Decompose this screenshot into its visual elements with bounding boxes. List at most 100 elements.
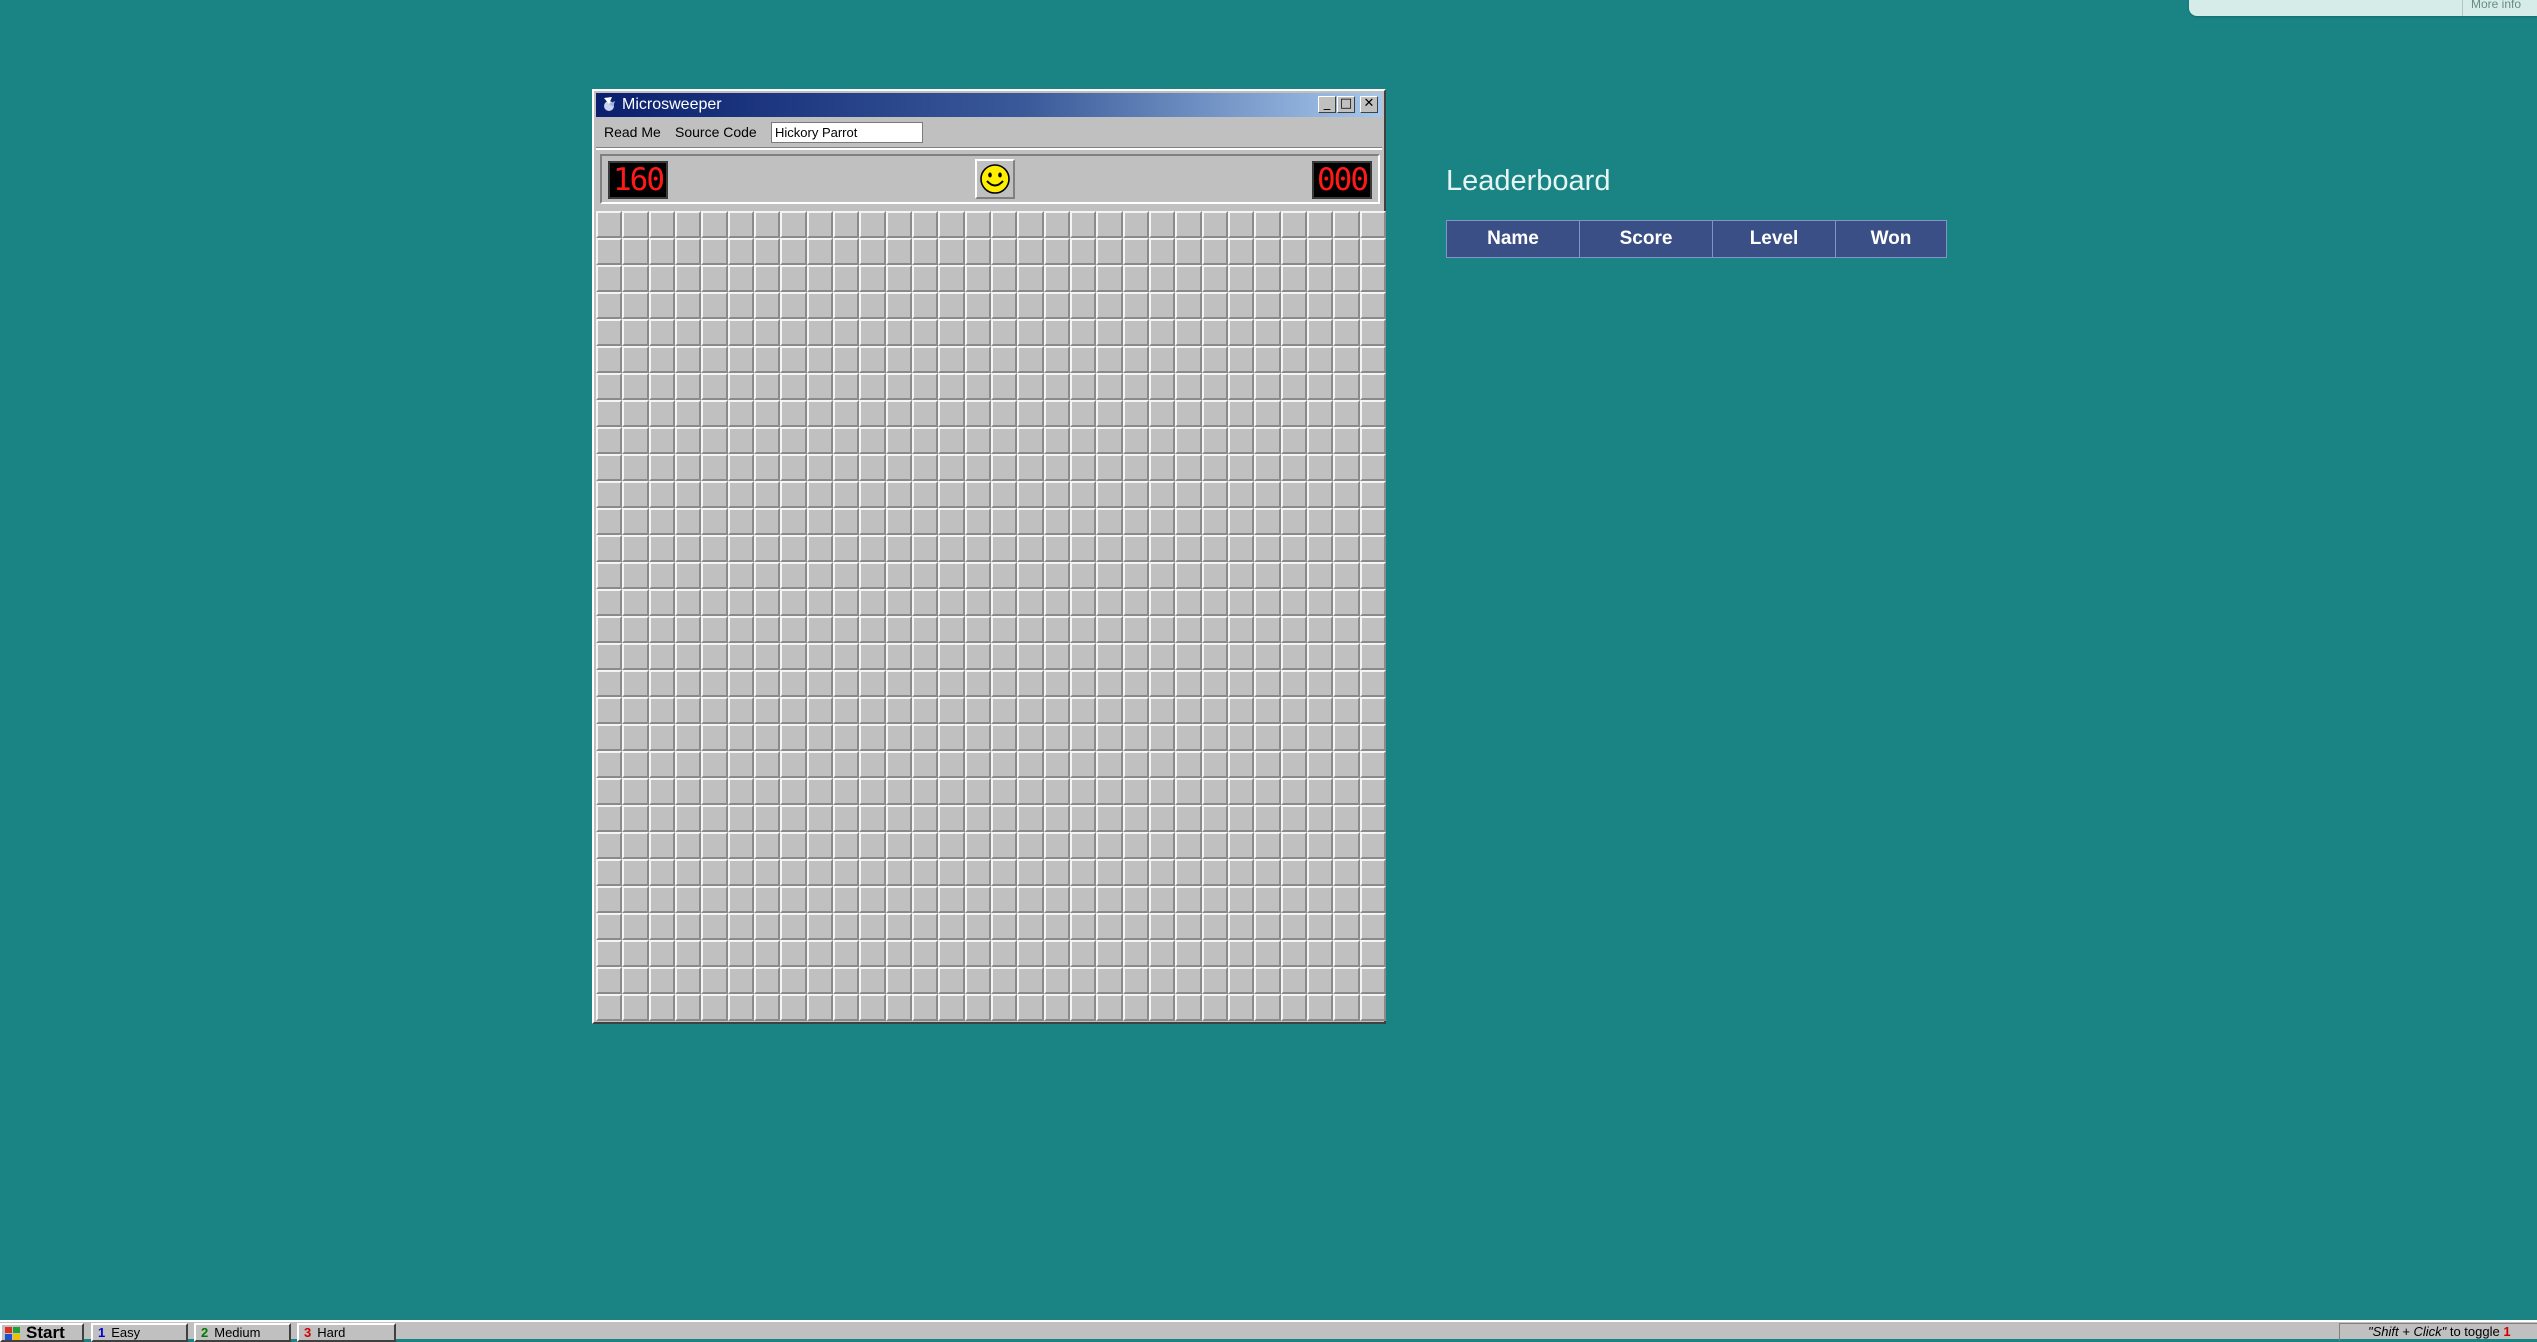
grid-cell[interactable]: [964, 994, 991, 1021]
grid-cell[interactable]: [727, 508, 754, 535]
grid-cell[interactable]: [1280, 643, 1307, 670]
grid-cell[interactable]: [832, 373, 860, 400]
grid-cell[interactable]: [911, 940, 939, 967]
grid-cell[interactable]: [622, 994, 649, 1021]
grid-cell[interactable]: [780, 238, 807, 265]
grid-cell[interactable]: [1043, 346, 1070, 373]
grid-cell[interactable]: [859, 832, 886, 859]
grid-cell[interactable]: [1306, 265, 1334, 292]
grid-cell[interactable]: [1306, 859, 1334, 886]
grid-cell[interactable]: [832, 805, 860, 832]
grid-cell[interactable]: [1148, 319, 1176, 346]
grid-cell[interactable]: [1254, 940, 1281, 967]
grid-cell[interactable]: [938, 373, 965, 400]
grid-cell[interactable]: [674, 319, 702, 346]
grid-cell[interactable]: [938, 940, 965, 967]
grid-cell[interactable]: [1017, 751, 1044, 778]
grid-cell[interactable]: [1306, 724, 1334, 751]
grid-cell[interactable]: [1333, 778, 1360, 805]
grid-cell[interactable]: [990, 697, 1018, 724]
grid-cell[interactable]: [701, 589, 728, 616]
grid-cell[interactable]: [648, 940, 675, 967]
grid-cell[interactable]: [964, 805, 991, 832]
grid-cell[interactable]: [911, 508, 939, 535]
grid-cell[interactable]: [1017, 211, 1044, 238]
grid-cell[interactable]: [1069, 211, 1097, 238]
grid-cell[interactable]: [1096, 913, 1123, 940]
grid-cell[interactable]: [990, 670, 1018, 697]
grid-cell[interactable]: [1227, 751, 1255, 778]
grid-cell[interactable]: [1306, 886, 1334, 913]
grid-cell[interactable]: [622, 535, 649, 562]
grid-cell[interactable]: [990, 535, 1018, 562]
grid-cell[interactable]: [648, 211, 675, 238]
grid-cell[interactable]: [596, 643, 623, 670]
grid-cell[interactable]: [1175, 481, 1202, 508]
grid-cell[interactable]: [648, 832, 675, 859]
grid-cell[interactable]: [648, 886, 675, 913]
grid-cell[interactable]: [1069, 481, 1097, 508]
grid-cell[interactable]: [1122, 211, 1149, 238]
grid-cell[interactable]: [1201, 265, 1228, 292]
grid-cell[interactable]: [1333, 643, 1360, 670]
grid-cell[interactable]: [885, 670, 912, 697]
grid-cell[interactable]: [1280, 238, 1307, 265]
grid-cell[interactable]: [780, 805, 807, 832]
grid-cell[interactable]: [859, 697, 886, 724]
grid-cell[interactable]: [1017, 832, 1044, 859]
grid-cell[interactable]: [622, 400, 649, 427]
grid-cell[interactable]: [1043, 967, 1070, 994]
grid-cell[interactable]: [1201, 238, 1228, 265]
grid-cell[interactable]: [938, 886, 965, 913]
grid-cell[interactable]: [1201, 697, 1228, 724]
grid-cell[interactable]: [753, 994, 781, 1021]
grid-cell[interactable]: [938, 670, 965, 697]
grid-cell[interactable]: [1175, 724, 1202, 751]
grid-cell[interactable]: [780, 643, 807, 670]
grid-cell[interactable]: [1359, 940, 1386, 967]
grid-cell[interactable]: [1175, 778, 1202, 805]
grid-cell[interactable]: [1148, 508, 1176, 535]
grid-cell[interactable]: [1069, 265, 1097, 292]
grid-cell[interactable]: [1175, 400, 1202, 427]
grid-cell[interactable]: [1175, 805, 1202, 832]
grid-cell[interactable]: [911, 589, 939, 616]
grid-cell[interactable]: [1096, 454, 1123, 481]
grid-cell[interactable]: [1227, 427, 1255, 454]
grid-cell[interactable]: [780, 427, 807, 454]
grid-cell[interactable]: [832, 454, 860, 481]
grid-cell[interactable]: [780, 724, 807, 751]
grid-cell[interactable]: [1227, 454, 1255, 481]
grid-cell[interactable]: [648, 643, 675, 670]
grid-cell[interactable]: [1175, 373, 1202, 400]
grid-cell[interactable]: [911, 535, 939, 562]
grid-cell[interactable]: [1017, 427, 1044, 454]
grid-cell[interactable]: [964, 265, 991, 292]
grid-cell[interactable]: [1359, 427, 1386, 454]
grid-cell[interactable]: [727, 967, 754, 994]
grid-cell[interactable]: [806, 832, 833, 859]
grid-cell[interactable]: [1069, 427, 1097, 454]
grid-cell[interactable]: [964, 670, 991, 697]
grid-cell[interactable]: [859, 778, 886, 805]
grid-cell[interactable]: [832, 751, 860, 778]
grid-cell[interactable]: [1201, 643, 1228, 670]
flag-mode-indicator[interactable]: 1: [2503, 1324, 2510, 1339]
grid-cell[interactable]: [1280, 346, 1307, 373]
grid-cell[interactable]: [885, 400, 912, 427]
grid-cell[interactable]: [674, 346, 702, 373]
grid-cell[interactable]: [1122, 373, 1149, 400]
grid-cell[interactable]: [674, 751, 702, 778]
grid-cell[interactable]: [753, 265, 781, 292]
grid-cell[interactable]: [964, 940, 991, 967]
grid-cell[interactable]: [1280, 859, 1307, 886]
grid-cell[interactable]: [1306, 967, 1334, 994]
grid-cell[interactable]: [648, 670, 675, 697]
grid-cell[interactable]: [1148, 373, 1176, 400]
grid-cell[interactable]: [622, 697, 649, 724]
grid-cell[interactable]: [727, 643, 754, 670]
grid-cell[interactable]: [1201, 292, 1228, 319]
grid-cell[interactable]: [622, 319, 649, 346]
grid-cell[interactable]: [1122, 292, 1149, 319]
grid-cell[interactable]: [1096, 643, 1123, 670]
